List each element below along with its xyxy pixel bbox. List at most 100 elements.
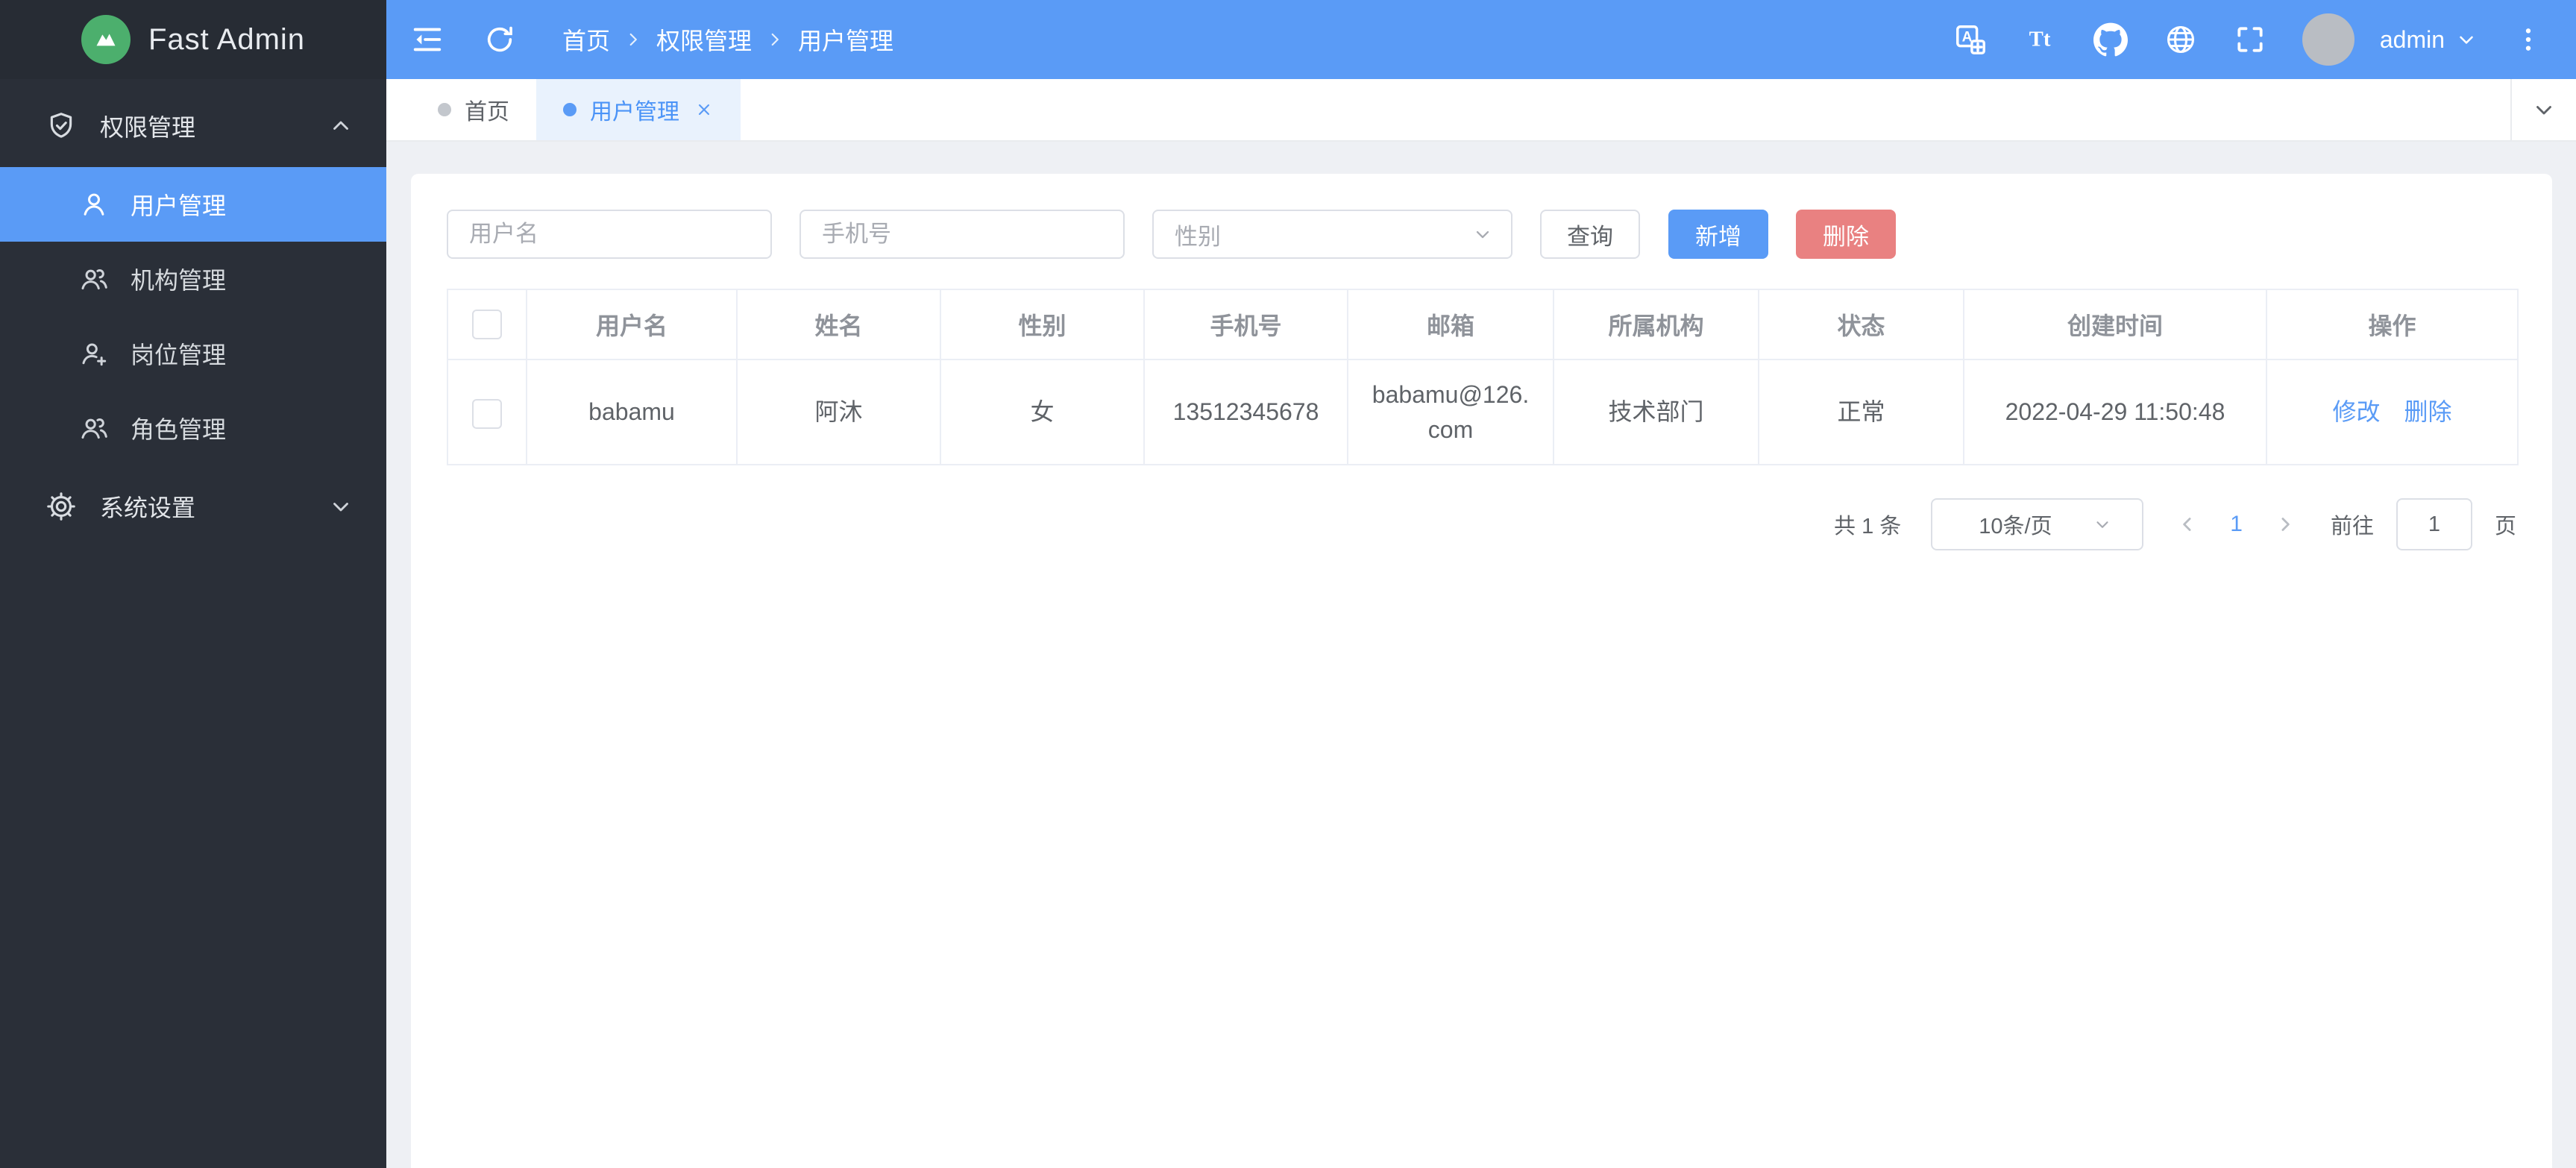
sidebar-item-user-management[interactable]: 用户管理 bbox=[0, 167, 386, 242]
chevron-right-icon bbox=[765, 30, 785, 49]
page-size-value: 10条/页 bbox=[1979, 509, 2052, 540]
gender-filter-select[interactable]: 性别 bbox=[1152, 210, 1512, 259]
cell-email: babamu@126.com bbox=[1348, 359, 1554, 465]
tab-label: 首页 bbox=[465, 93, 509, 126]
goto-label: 前往 bbox=[2331, 509, 2374, 540]
sidebar-menu: 权限管理 用户管理 机构管理 bbox=[0, 79, 386, 547]
sidebar-item-label: 岗位管理 bbox=[131, 336, 226, 371]
svg-text:Tt: Tt bbox=[2029, 28, 2051, 51]
chevron-down-icon bbox=[2531, 97, 2557, 122]
content-card: 性别 查询 新增 删除 用户名 姓名 性别 手机号 邮箱 所属机构 状态 bbox=[411, 174, 2552, 1168]
more-vertical-icon[interactable] bbox=[2513, 25, 2543, 54]
select-all-checkbox[interactable] bbox=[472, 310, 502, 339]
sidebar-item-post-management[interactable]: 岗位管理 bbox=[0, 316, 386, 391]
column-header: 用户名 bbox=[527, 289, 737, 359]
github-icon[interactable] bbox=[2093, 22, 2128, 57]
chevron-down-icon bbox=[1472, 224, 1493, 245]
sidebar-group-permissions[interactable]: 权限管理 bbox=[0, 85, 386, 167]
sidebar-item-label: 角色管理 bbox=[131, 411, 226, 445]
font-size-icon[interactable]: Tt bbox=[2023, 22, 2058, 57]
pager: 1 bbox=[2176, 512, 2296, 537]
collapse-sidebar-icon[interactable] bbox=[410, 22, 444, 57]
pagination: 共 1 条 10条/页 1 前往 页 bbox=[447, 498, 2516, 550]
sidebar-item-role-management[interactable]: 角色管理 bbox=[0, 391, 386, 465]
username-label: admin bbox=[2380, 26, 2445, 54]
column-header: 操作 bbox=[2266, 289, 2518, 359]
chevron-down-icon bbox=[2093, 515, 2112, 534]
globe-icon[interactable] bbox=[2164, 22, 2198, 57]
column-header: 性别 bbox=[940, 289, 1144, 359]
breadcrumb-user-management: 用户管理 bbox=[798, 22, 893, 57]
close-icon[interactable] bbox=[694, 100, 714, 119]
refresh-icon[interactable] bbox=[483, 23, 516, 56]
breadcrumb-home[interactable]: 首页 bbox=[562, 22, 610, 57]
column-header: 状态 bbox=[1759, 289, 1964, 359]
page-unit-label: 页 bbox=[2495, 509, 2516, 540]
cell-username: babamu bbox=[527, 359, 737, 465]
page-size-select[interactable]: 10条/页 bbox=[1931, 498, 2143, 550]
edit-link[interactable]: 修改 bbox=[2332, 398, 2380, 425]
chevron-right-icon bbox=[623, 30, 643, 49]
prev-page-icon[interactable] bbox=[2176, 513, 2199, 536]
tab-dot bbox=[438, 103, 451, 116]
cell-name: 阿沐 bbox=[737, 359, 940, 465]
table-row: babamu 阿沐 女 13512345678 babamu@126.com 技… bbox=[447, 359, 2518, 465]
next-page-icon[interactable] bbox=[2274, 513, 2296, 536]
language-icon[interactable]: A bbox=[1953, 22, 1988, 57]
sidebar-item-org-management[interactable]: 机构管理 bbox=[0, 242, 386, 316]
top-header-bar: 首页 权限管理 用户管理 A Tt bbox=[386, 0, 2576, 79]
user-icon bbox=[78, 189, 110, 220]
column-header: 所属机构 bbox=[1554, 289, 1759, 359]
search-button[interactable]: 查询 bbox=[1540, 210, 1640, 259]
sidebar: Fast Admin 权限管理 用户管理 bbox=[0, 0, 386, 1168]
column-header: 手机号 bbox=[1144, 289, 1348, 359]
row-checkbox[interactable] bbox=[472, 399, 502, 429]
tab-user-management[interactable]: 用户管理 bbox=[536, 79, 741, 140]
user-table: 用户名 姓名 性别 手机号 邮箱 所属机构 状态 创建时间 操作 babamu … bbox=[447, 289, 2519, 465]
cell-actions: 修改删除 bbox=[2266, 359, 2518, 465]
gear-icon bbox=[45, 490, 78, 523]
user-plus-icon bbox=[78, 338, 110, 369]
total-count-label: 共 1 条 bbox=[1834, 509, 1901, 540]
user-menu[interactable]: admin bbox=[2380, 26, 2478, 54]
shield-check-icon bbox=[45, 110, 78, 142]
fullscreen-icon[interactable] bbox=[2234, 23, 2266, 56]
gender-select-placeholder: 性别 bbox=[1175, 218, 1221, 251]
breadcrumb: 首页 权限管理 用户管理 bbox=[562, 22, 893, 57]
column-header: 姓名 bbox=[737, 289, 940, 359]
sidebar-item-label: 用户管理 bbox=[131, 187, 226, 222]
tab-label: 用户管理 bbox=[590, 93, 679, 126]
page-number-current[interactable]: 1 bbox=[2230, 512, 2243, 537]
phone-filter-input[interactable] bbox=[799, 210, 1125, 259]
goto-page-input[interactable] bbox=[2396, 498, 2472, 550]
app-title: Fast Admin bbox=[148, 23, 305, 57]
add-button[interactable]: 新增 bbox=[1668, 210, 1768, 259]
chevron-down-icon bbox=[328, 494, 354, 519]
tab-overflow-button[interactable] bbox=[2510, 79, 2576, 140]
cell-status: 正常 bbox=[1759, 359, 1964, 465]
filter-toolbar: 性别 查询 新增 删除 bbox=[447, 210, 2516, 259]
sidebar-group-label: 权限管理 bbox=[100, 109, 328, 143]
users-icon bbox=[78, 412, 110, 444]
users-icon bbox=[78, 263, 110, 295]
cell-created: 2022-04-29 11:50:48 bbox=[1964, 359, 2266, 465]
logo-mountain-icon bbox=[81, 15, 131, 64]
tab-bar: 首页 用户管理 bbox=[386, 79, 2576, 142]
column-header: 创建时间 bbox=[1964, 289, 2266, 359]
username-filter-input[interactable] bbox=[447, 210, 772, 259]
delete-link[interactable]: 删除 bbox=[2404, 398, 2452, 425]
cell-gender: 女 bbox=[940, 359, 1144, 465]
sidebar-group-system-settings[interactable]: 系统设置 bbox=[0, 465, 386, 547]
column-header: 邮箱 bbox=[1348, 289, 1554, 359]
tab-home[interactable]: 首页 bbox=[411, 79, 536, 140]
tab-dot bbox=[563, 103, 577, 116]
cell-org: 技术部门 bbox=[1554, 359, 1759, 465]
breadcrumb-permissions[interactable]: 权限管理 bbox=[656, 22, 752, 57]
avatar[interactable] bbox=[2302, 13, 2354, 66]
app-logo[interactable]: Fast Admin bbox=[0, 0, 386, 79]
sidebar-item-label: 机构管理 bbox=[131, 262, 226, 296]
table-header-row: 用户名 姓名 性别 手机号 邮箱 所属机构 状态 创建时间 操作 bbox=[447, 289, 2518, 359]
delete-button[interactable]: 删除 bbox=[1796, 210, 1896, 259]
chevron-up-icon bbox=[328, 113, 354, 139]
header-actions: A Tt admin bbox=[1953, 13, 2576, 66]
